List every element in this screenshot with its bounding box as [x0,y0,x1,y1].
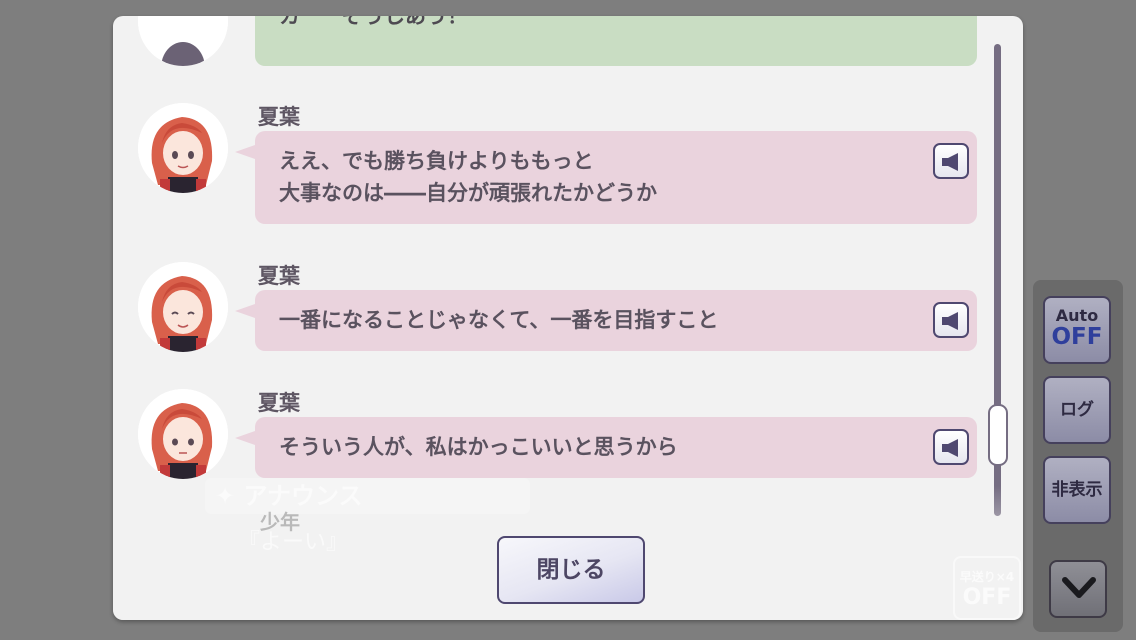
speaker-name: 夏葉 [258,264,300,288]
dialogue-text-partial: カ ぞうしあう！ [279,16,468,28]
avatar-partial [138,16,228,66]
hide-ui-button[interactable]: 非表示 [1043,456,1111,524]
dialogue-line-1: ええ、でも勝ち負けよりももっと [279,149,594,173]
fast-forward-button[interactable]: 早送り×4 OFF [953,556,1021,620]
log-scrollbar-thumb[interactable] [988,404,1008,466]
collapse-menu-button[interactable] [1049,560,1107,618]
chevron-down-icon [1062,577,1096,598]
auto-button[interactable]: Auto OFF [1043,296,1111,364]
speaker-name: 夏葉 [258,105,300,129]
speaker-icon [942,439,958,457]
log-button-label: ログ [1060,400,1094,420]
dialogue-text: ええ、でも勝ち負けよりももっと 大事なのは――自分が頑張れたかどうか [279,145,657,209]
close-button[interactable]: 閉じる [497,536,645,604]
speaker-icon [942,153,958,171]
dialogue-bubble: 一番になることじゃなくて、一番を目指すこと [235,290,977,351]
side-menu: Auto OFF ログ 非表示 [1033,280,1123,632]
voice-replay-button[interactable] [933,302,969,338]
auto-label: Auto [1055,306,1099,325]
background-announce-label: ✦ アナウンス [205,478,530,514]
dialogue-line-2: 大事なのは――自分が頑張れたかどうか [279,181,657,205]
speaker-icon [942,312,958,330]
dialogue-text: 一番になることじゃなくて、一番を目指すこと [279,304,718,336]
auto-state: OFF [1051,324,1103,350]
dialogue-line-1: 一番になることじゃなくて、一番を目指すこと [279,308,719,332]
sparkle-icon: ✦ [215,482,244,510]
dialogue-text: そういう人が、私はかっこいいと思うから [279,431,678,463]
dialogue-bubble: ええ、でも勝ち負けよりももっと 大事なのは――自分が頑張れたかどうか [235,131,977,224]
dialogue-bubble: そういう人が、私はかっこいいと思うから [235,417,977,478]
background-dialogue: 『よーい』 [238,530,349,555]
fast-forward-state: OFF [962,585,1012,610]
dialogue-line-1: そういう人が、私はかっこいいと思うから [279,435,678,459]
hide-button-label: 非表示 [1051,480,1103,500]
speaker-name: 夏葉 [258,391,300,415]
log-button[interactable]: ログ [1043,376,1111,444]
avatar-natsuha [138,389,228,479]
avatar-natsuha [138,262,228,352]
voice-replay-button[interactable] [933,143,969,179]
fast-forward-label: 早送り×4 [959,570,1015,584]
avatar-natsuha [138,103,228,193]
voice-replay-button[interactable] [933,429,969,465]
dialogue-bubble-partial: カ ぞうしあう！ [255,16,977,66]
